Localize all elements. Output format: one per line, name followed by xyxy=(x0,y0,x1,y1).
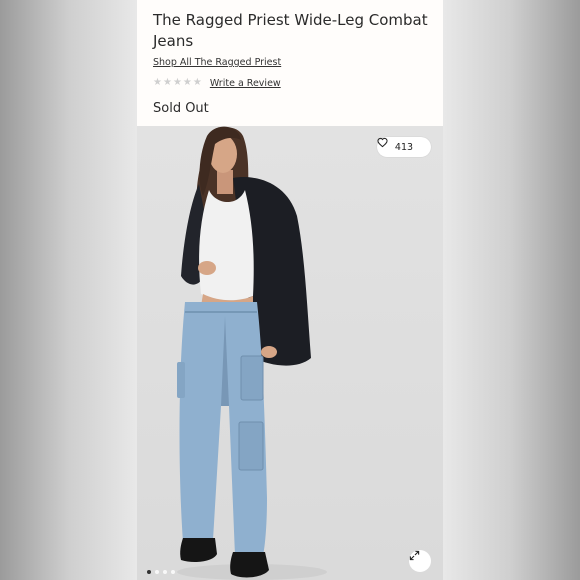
rating-row: ★ ★ ★ ★ ★ Write a Review xyxy=(153,77,281,89)
expand-arrows-icon xyxy=(409,550,420,561)
like-count: 413 xyxy=(394,141,414,153)
like-button[interactable]: 413 xyxy=(377,137,431,157)
star-icon: ★ xyxy=(182,77,192,88)
heart-outline-icon xyxy=(377,137,388,148)
shop-brand-link[interactable]: Shop All The Ragged Priest xyxy=(153,57,281,68)
product-card: The Ragged Priest Wide-Leg Combat Jeans … xyxy=(137,0,443,580)
product-title: The Ragged Priest Wide-Leg Combat Jeans xyxy=(153,11,428,50)
pagination-dot[interactable] xyxy=(163,570,167,574)
star-icon: ★ xyxy=(153,77,162,88)
pagination-dot[interactable] xyxy=(171,570,175,574)
product-image[interactable]: 413 xyxy=(137,126,443,580)
availability-status: Sold Out xyxy=(153,101,209,116)
pagination-dot[interactable] xyxy=(155,570,159,574)
star-icon: ★ xyxy=(172,77,182,88)
star-icon: ★ xyxy=(162,77,172,88)
image-pagination xyxy=(147,570,175,574)
star-icon: ★ xyxy=(192,77,202,88)
pagination-dot[interactable] xyxy=(147,570,151,574)
expand-image-button[interactable] xyxy=(409,550,431,572)
write-review-link[interactable]: Write a Review xyxy=(210,78,281,89)
product-info: The Ragged Priest Wide-Leg Combat Jeans … xyxy=(137,0,443,126)
rating-stars: ★ ★ ★ ★ ★ xyxy=(153,77,202,89)
model-photo-illustration xyxy=(177,126,327,580)
